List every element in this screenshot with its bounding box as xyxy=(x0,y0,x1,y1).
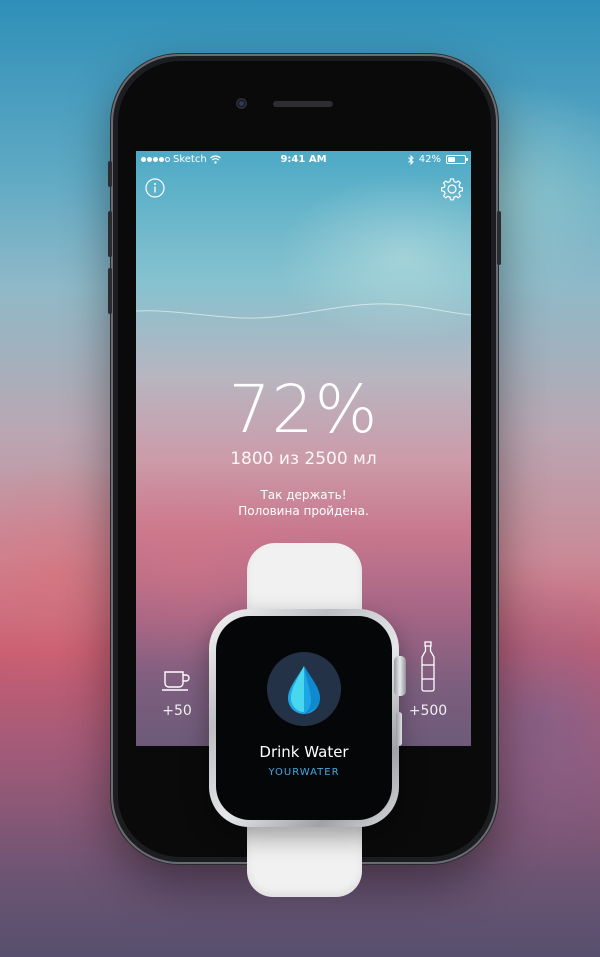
water-drop-badge[interactable] xyxy=(267,652,341,726)
watch-app-title: Drink Water xyxy=(259,743,349,761)
watch-side-button xyxy=(396,712,402,746)
status-right: 42% xyxy=(407,154,468,165)
volume-down-button xyxy=(108,268,112,314)
earpiece-speaker xyxy=(273,101,333,107)
cup-icon xyxy=(162,671,190,691)
progress-percent: 72% xyxy=(228,371,379,448)
info-icon xyxy=(145,178,165,198)
bottle-icon xyxy=(421,641,435,692)
motivation-message: Так держать! Половина пройдена. xyxy=(136,487,471,519)
settings-button[interactable] xyxy=(440,177,464,205)
mute-switch xyxy=(108,161,112,187)
add-small-label: +50 xyxy=(162,703,192,719)
gear-icon xyxy=(441,178,463,201)
digital-crown xyxy=(394,656,406,696)
watch-screen: Drink Water YOURWATER xyxy=(216,616,392,820)
battery-percent: 42% xyxy=(418,154,441,165)
power-button xyxy=(497,211,501,265)
add-large-drink-button[interactable]: +500 xyxy=(398,641,458,719)
water-drop-icon xyxy=(288,666,320,714)
front-camera xyxy=(236,98,247,109)
watch-app-subtitle: YOURWATER xyxy=(268,767,340,778)
battery-icon xyxy=(446,155,468,164)
info-button[interactable] xyxy=(145,178,165,202)
status-bar: Sketch 9:41 AM 42% xyxy=(136,151,471,171)
add-large-label: +500 xyxy=(408,703,448,719)
bluetooth-icon xyxy=(407,154,414,165)
motivation-line-2: Половина пройдена. xyxy=(238,504,369,518)
add-small-drink-button[interactable]: +50 xyxy=(147,669,207,719)
battery-level xyxy=(448,157,455,162)
volume-up-button xyxy=(108,211,112,257)
apple-watch: Drink Water YOURWATER xyxy=(209,609,399,827)
motivation-line-1: Так держать! xyxy=(260,488,347,502)
consumed-amount: 1800 из 2500 мл xyxy=(230,449,377,469)
water-level-wave xyxy=(136,303,471,319)
